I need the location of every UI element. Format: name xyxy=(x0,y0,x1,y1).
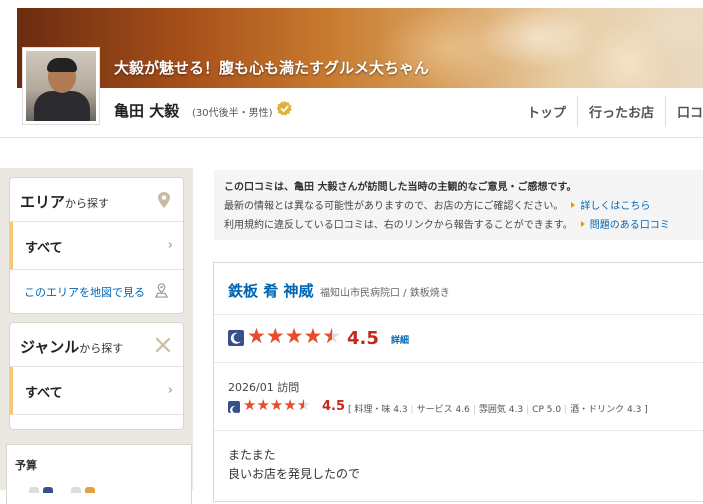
review-notice: この口コミは、亀田 大毅さんが訪問した当時の主観的なご意見・ご感想です。 最新の… xyxy=(214,170,703,240)
genre-option-label: すべて xyxy=(25,386,63,401)
subscores: [ 料理・味 4.3 | サービス 4.6 | 雰囲気 4.3 | CP 5.0 | 酒・ドリン… xyxy=(348,405,648,415)
details-link[interactable]: 詳しくはこちら xyxy=(580,201,650,212)
area-filter-title: エリア xyxy=(20,193,66,211)
divider xyxy=(214,430,703,431)
genre-filter-subtitle: から探す xyxy=(79,342,124,355)
location-pin-icon xyxy=(158,192,170,208)
notice-line-1: この口コミは、亀田 大毅さんが訪問した当時の主観的なご意見・ご感想です。 xyxy=(224,182,577,193)
budget-icon xyxy=(71,487,81,493)
notice-line-3: 利用規約に違反している口コミは、右のリンクから報告することができます。 問題のある… xyxy=(224,220,670,231)
nav-top[interactable]: トップ xyxy=(516,96,577,127)
budget-filter-title: 予算 xyxy=(15,459,37,472)
area-map-link[interactable]: このエリアを地図で見る xyxy=(10,270,183,313)
star-icon: ★★ xyxy=(284,324,304,348)
review-body-line: またまた xyxy=(228,448,276,462)
lunch-icon xyxy=(85,487,95,493)
star-icon: ★★ xyxy=(265,324,285,348)
profile-nav: トップ 行ったお店 口コ xyxy=(516,96,703,127)
star-icon: ★★ xyxy=(283,396,297,414)
overall-rating-stars: ★★★★★★★★★★ xyxy=(247,326,341,347)
visit-date: 2026/01 訪問 xyxy=(228,381,300,394)
sidebar: エリアから探す すべて › このエリアを地図で見る ジャンルから探す すべて ›… xyxy=(0,168,193,504)
report-problem-link[interactable]: 問題のある口コミ xyxy=(590,220,670,231)
user-meta: (30代後半・男性) xyxy=(192,108,273,119)
profile-tagline: 大毅が魅せる！腹も心も満たすグルメ大ちゃん xyxy=(114,59,430,77)
subscore-value: 4.6 xyxy=(455,405,470,415)
arrow-right-icon xyxy=(571,202,576,208)
dinner-icon xyxy=(43,487,53,493)
subscore-label: CP xyxy=(532,405,544,415)
budget-icons xyxy=(29,487,95,493)
divider xyxy=(214,314,703,315)
star-icon: ★★ xyxy=(269,396,284,414)
fork-knife-icon xyxy=(155,337,171,353)
rating-detail-link[interactable]: 詳細 xyxy=(391,333,409,346)
chevron-right-icon: › xyxy=(167,238,173,253)
dinner-moon-icon xyxy=(228,330,244,346)
subscore-value: 4.3 xyxy=(393,405,408,415)
avatar-photo xyxy=(26,51,96,121)
star-icon: ★★ xyxy=(296,396,311,414)
subscore-value: 4.3 xyxy=(627,405,642,415)
subscore-value: 4.3 xyxy=(508,405,524,415)
avatar[interactable] xyxy=(22,47,100,125)
area-map-link-label: このエリアを地図で見る xyxy=(24,286,145,299)
star-icon: ★★ xyxy=(256,396,270,414)
area-option-label: すべて xyxy=(25,241,63,256)
review-card: 鉄板 肴 神威 福知山市民病院口 / 鉄板焼き ★★★★★★★★★★ 4.5 詳… xyxy=(213,262,703,502)
chevron-right-icon: › xyxy=(167,383,173,398)
star-icon: ★★ xyxy=(243,396,257,414)
subscore-label: 酒・ドリンク xyxy=(570,405,625,415)
subscore-label: 雰囲気 xyxy=(478,405,506,415)
star-icon: ★★ xyxy=(247,324,266,348)
overall-score: 4.5 xyxy=(347,328,379,349)
notice-line-2: 最新の情報とは異なる可能性がありますので、お店の方にご確認ください。 詳しくはこち… xyxy=(224,201,651,212)
verified-badge-icon xyxy=(276,100,292,116)
review-body-line: 良いお店を発見したので xyxy=(228,467,361,481)
area-filter-box: エリアから探す すべて › このエリアを地図で見る xyxy=(9,177,184,314)
subscore-label: サービス xyxy=(416,405,453,415)
area-filter-header: エリアから探す xyxy=(10,178,183,222)
nav-reviews[interactable]: 口コ xyxy=(665,96,703,127)
star-icon: ★★ xyxy=(303,324,323,348)
review-body: またまた 良いお店を発見したので xyxy=(228,446,360,484)
profile-header: 大毅が魅せる！腹も心も満たすグルメ大ちゃん 亀田 大毅 (30代後半・男性) ト… xyxy=(0,0,703,135)
genre-option-all[interactable]: すべて › xyxy=(10,367,183,415)
divider xyxy=(214,362,703,363)
nav-visited-restaurants[interactable]: 行ったお店 xyxy=(577,96,665,127)
subscore-value: 5.0 xyxy=(546,405,562,415)
map-pin-icon xyxy=(154,283,169,298)
subscore-label: 料理・味 xyxy=(354,405,391,415)
genre-filter-box: ジャンルから探す すべて › xyxy=(9,322,184,430)
budget-icon xyxy=(29,487,39,493)
arrow-right-icon xyxy=(580,221,585,227)
genre-filter-header: ジャンルから探す xyxy=(10,323,183,367)
star-icon: ★★ xyxy=(322,324,342,348)
genre-filter-title: ジャンル xyxy=(20,338,80,356)
visit-score: 4.5 xyxy=(322,399,346,414)
dinner-moon-icon xyxy=(228,401,240,415)
restaurant-meta: 福知山市民病院口 / 鉄板焼き xyxy=(320,288,450,299)
restaurant-name-link[interactable]: 鉄板 肴 神威 xyxy=(228,280,313,301)
area-option-all[interactable]: すべて › xyxy=(10,222,183,270)
user-name: 亀田 大毅 xyxy=(114,102,180,120)
visit-rating-stars: ★★★★★★★★★★ xyxy=(243,398,310,413)
area-filter-subtitle: から探す xyxy=(65,197,110,210)
budget-filter-box: 予算 xyxy=(6,444,192,504)
header-divider xyxy=(0,137,703,138)
